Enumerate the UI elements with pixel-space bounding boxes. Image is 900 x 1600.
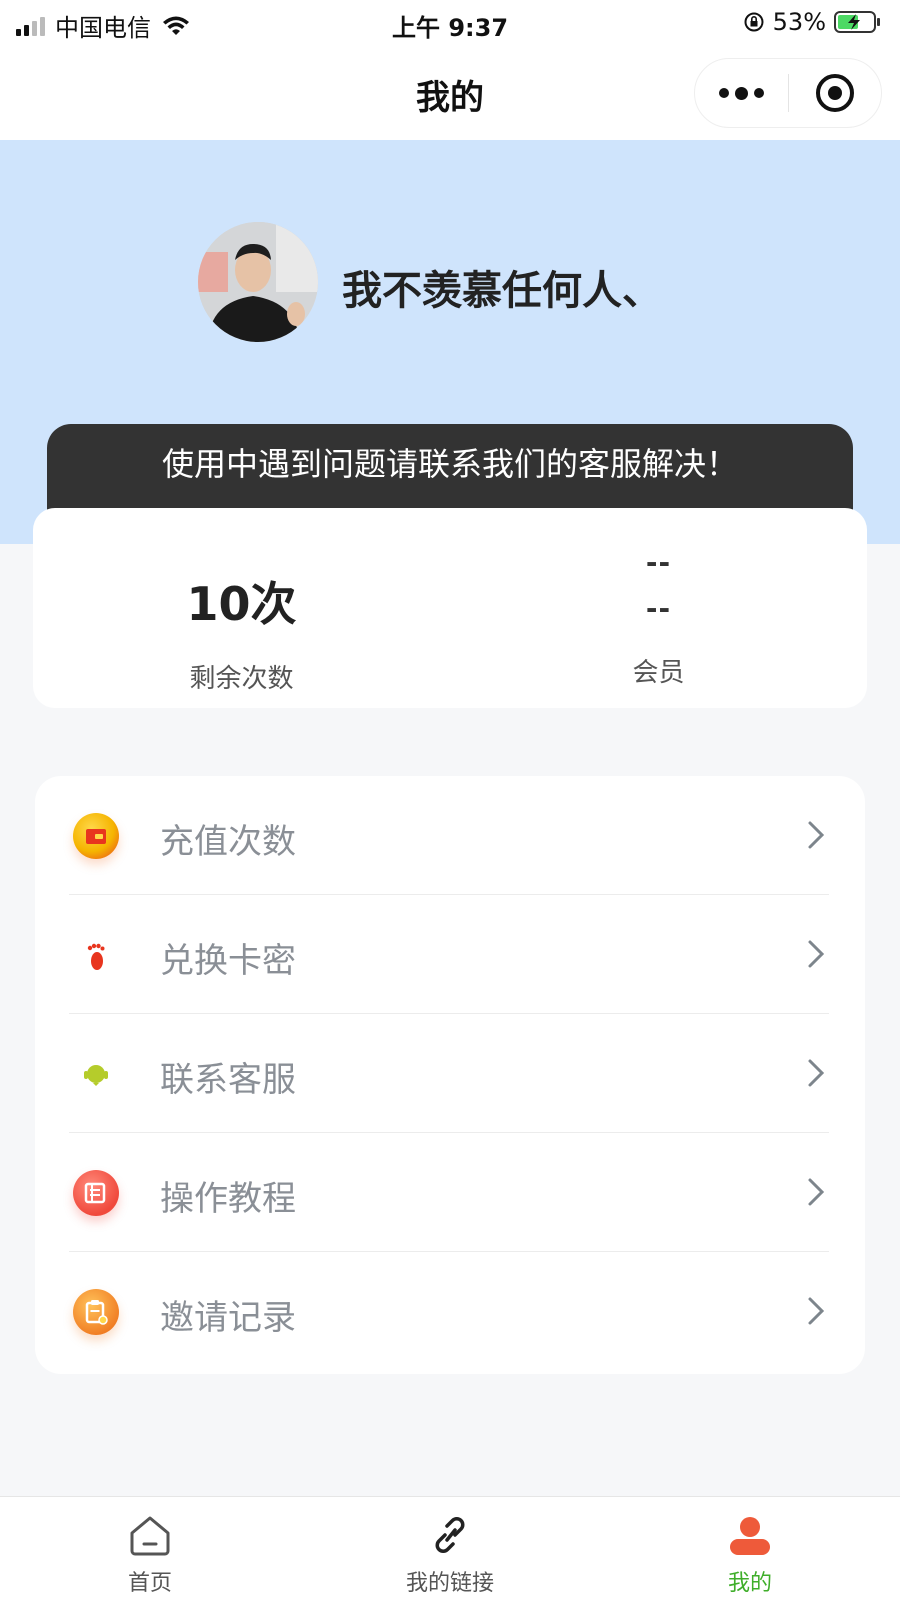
more-icon-dot — [734, 86, 748, 100]
menu-item-invite-records[interactable]: 邀请记录 — [35, 1252, 865, 1371]
tab-bar: 首页 我的链接 我的 — [0, 1496, 900, 1600]
member-value-line-1: -- — [645, 546, 672, 579]
menu-item-label: 充值次数 — [160, 822, 296, 862]
stats-card: 10次 剩余次数 -- -- 会员 — [33, 508, 867, 708]
target-icon — [815, 74, 854, 112]
link-icon — [435, 1517, 465, 1553]
close-button[interactable] — [789, 58, 882, 128]
headset-icon — [73, 1051, 119, 1097]
navigation-bar: 我的 — [0, 50, 900, 140]
clipboard-icon — [73, 1289, 119, 1335]
more-button[interactable] — [695, 58, 788, 128]
member-label: 会员 — [632, 658, 685, 688]
chevron-right-icon — [808, 1059, 825, 1087]
tab-mine[interactable]: 我的 — [600, 1497, 900, 1600]
tab-my-links[interactable]: 我的链接 — [300, 1497, 600, 1600]
remaining-count-label: 剩余次数 — [189, 664, 294, 694]
menu-card: 充值次数 兑换卡密 联系客服 操作教程 邀请记录 — [35, 776, 865, 1374]
chevron-right-icon — [808, 1297, 825, 1325]
rotation-lock-icon — [744, 12, 764, 32]
username: 我不羡慕任何人、 — [342, 268, 662, 314]
guide-icon — [73, 1170, 119, 1216]
remaining-count-stat: 10次 剩余次数 — [33, 508, 450, 708]
battery-icon — [834, 11, 880, 33]
clipboard-icon-glyph — [85, 1300, 108, 1325]
more-icon — [718, 88, 729, 98]
tab-label: 首页 — [127, 1571, 172, 1596]
wallet-icon-glyph — [86, 829, 106, 844]
chevron-right-icon — [808, 1178, 825, 1206]
mini-program-capsule — [694, 58, 882, 128]
member-value-line-2: -- — [645, 592, 672, 625]
battery-percent: 53% — [772, 8, 826, 36]
menu-item-redeem-code[interactable]: 兑换卡密 — [35, 895, 865, 1014]
more-icon-dot — [753, 88, 764, 98]
guide-icon-glyph — [84, 1182, 106, 1204]
remaining-count-value: 10次 — [186, 577, 297, 631]
menu-item-recharge[interactable]: 充值次数 — [35, 776, 865, 895]
user-icon — [730, 1517, 770, 1555]
chevron-right-icon — [808, 940, 825, 968]
chevron-right-icon — [808, 821, 825, 849]
menu-item-label: 兑换卡密 — [160, 941, 296, 981]
footprint-icon — [73, 932, 119, 978]
avatar-photo — [198, 222, 318, 342]
target-icon-dot — [827, 86, 842, 100]
tab-home[interactable]: 首页 — [0, 1497, 300, 1600]
status-right: 53% — [743, 8, 882, 36]
footprint-icon-glyph — [87, 943, 105, 970]
headset-icon-glyph — [84, 1065, 108, 1086]
tab-label: 我的链接 — [405, 1571, 494, 1596]
menu-item-label: 操作教程 — [160, 1179, 296, 1219]
avatar[interactable] — [198, 222, 318, 342]
wallet-icon — [73, 813, 119, 859]
home-icon — [130, 1516, 170, 1556]
menu-item-tutorial[interactable]: 操作教程 — [35, 1133, 865, 1252]
tab-label: 我的 — [727, 1571, 772, 1596]
status-bar: 中国电信 上午 9:37 53% — [0, 0, 900, 50]
notice-banner: 使用中遇到问题请联系我们的客服解决！ — [47, 424, 853, 510]
menu-item-label: 联系客服 — [160, 1060, 296, 1100]
menu-item-customer-service[interactable]: 联系客服 — [35, 1014, 865, 1133]
menu-item-label: 邀请记录 — [160, 1298, 296, 1338]
member-stat: -- -- 会员 — [450, 508, 867, 708]
